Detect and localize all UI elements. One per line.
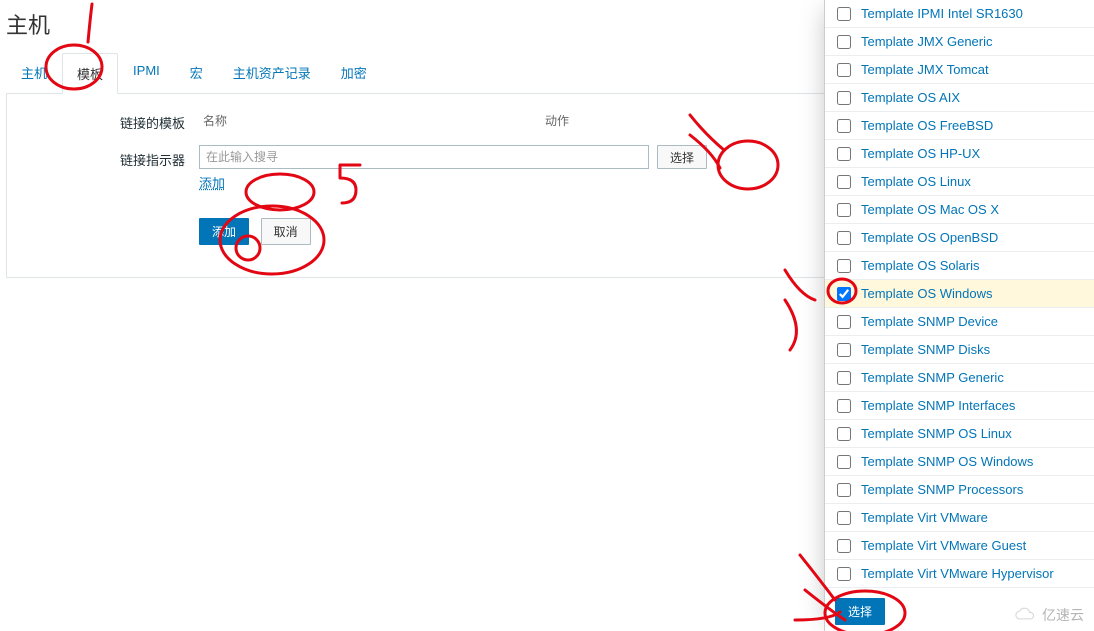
template-checkbox[interactable]	[837, 63, 851, 77]
template-row[interactable]: Template OS Linux	[825, 168, 1094, 196]
template-row[interactable]: Template IPMI Intel SR1630	[825, 0, 1094, 28]
template-link[interactable]: Template OS Linux	[861, 174, 971, 189]
template-checkbox[interactable]	[837, 511, 851, 525]
template-link[interactable]: Template OS HP-UX	[861, 146, 980, 161]
template-row[interactable]: Template SNMP Processors	[825, 476, 1094, 504]
template-link[interactable]: Template SNMP Device	[861, 314, 998, 329]
template-row[interactable]: Template JMX Tomcat	[825, 56, 1094, 84]
template-checkbox[interactable]	[837, 455, 851, 469]
template-row[interactable]: Template JMX Generic	[825, 28, 1094, 56]
template-link[interactable]: Template Virt VMware Hypervisor	[861, 566, 1054, 581]
template-checkbox[interactable]	[837, 539, 851, 553]
template-link[interactable]: Template SNMP OS Windows	[861, 454, 1033, 469]
template-row[interactable]: Template OS Mac OS X	[825, 196, 1094, 224]
template-checkbox[interactable]	[837, 315, 851, 329]
template-row[interactable]: Template OS Windows	[825, 280, 1094, 308]
cancel-button[interactable]: 取消	[261, 218, 311, 245]
template-row[interactable]: Template SNMP Disks	[825, 336, 1094, 364]
template-link[interactable]: Template OS FreeBSD	[861, 118, 993, 133]
template-link[interactable]: Template Virt VMware Guest	[861, 538, 1026, 553]
tab-encrypt[interactable]: 加密	[326, 52, 382, 93]
template-checkbox[interactable]	[837, 287, 851, 301]
col-action: 动作	[545, 112, 645, 129]
tab-macro[interactable]: 宏	[175, 52, 218, 93]
template-checkbox[interactable]	[837, 147, 851, 161]
template-picker-list: Template IPMI Intel SR1630 Template JMX G…	[825, 0, 1094, 588]
tab-inventory[interactable]: 主机资产记录	[218, 52, 326, 93]
template-row[interactable]: Template OS Solaris	[825, 252, 1094, 280]
template-row[interactable]: Template SNMP OS Windows	[825, 448, 1094, 476]
template-row[interactable]: Template Virt VMware Hypervisor	[825, 560, 1094, 588]
template-link[interactable]: Template SNMP Disks	[861, 342, 990, 357]
template-checkbox[interactable]	[837, 259, 851, 273]
template-link[interactable]: Template OS AIX	[861, 90, 960, 105]
tab-host[interactable]: 主机	[6, 52, 62, 93]
add-link[interactable]: 添加	[199, 173, 225, 192]
select-template-button[interactable]: 选择	[657, 145, 707, 169]
template-checkbox[interactable]	[837, 175, 851, 189]
template-row[interactable]: Template SNMP Device	[825, 308, 1094, 336]
template-checkbox[interactable]	[837, 231, 851, 245]
template-link[interactable]: Template IPMI Intel SR1630	[861, 6, 1023, 21]
template-checkbox[interactable]	[837, 483, 851, 497]
col-name: 名称	[203, 112, 545, 129]
template-checkbox[interactable]	[837, 35, 851, 49]
template-checkbox[interactable]	[837, 371, 851, 385]
template-checkbox[interactable]	[837, 567, 851, 581]
template-checkbox[interactable]	[837, 343, 851, 357]
template-checkbox[interactable]	[837, 119, 851, 133]
template-link[interactable]: Template OS OpenBSD	[861, 230, 998, 245]
template-checkbox[interactable]	[837, 203, 851, 217]
template-checkbox[interactable]	[837, 427, 851, 441]
template-checkbox[interactable]	[837, 91, 851, 105]
label-linked-templates: 链接的模板	[19, 108, 199, 132]
template-link[interactable]: Template OS Mac OS X	[861, 202, 999, 217]
template-row[interactable]: Template SNMP OS Linux	[825, 420, 1094, 448]
template-search-input[interactable]	[199, 145, 649, 169]
template-row[interactable]: Template Virt VMware Guest	[825, 532, 1094, 560]
template-link[interactable]: Template SNMP Generic	[861, 370, 1004, 385]
submit-add-button[interactable]: 添加	[199, 218, 249, 245]
template-link[interactable]: Template SNMP OS Linux	[861, 426, 1012, 441]
template-checkbox[interactable]	[837, 7, 851, 21]
tab-ipmi[interactable]: IPMI	[118, 52, 175, 93]
template-row[interactable]: Template OS HP-UX	[825, 140, 1094, 168]
template-row[interactable]: Template SNMP Interfaces	[825, 392, 1094, 420]
template-link[interactable]: Template SNMP Interfaces	[861, 398, 1015, 413]
linked-templates-table: 名称 动作	[199, 108, 649, 133]
template-link[interactable]: Template JMX Generic	[861, 34, 993, 49]
template-link[interactable]: Template OS Solaris	[861, 258, 980, 273]
template-row[interactable]: Template SNMP Generic	[825, 364, 1094, 392]
label-link-indicator: 链接指示器	[19, 145, 199, 169]
template-row[interactable]: Template OS AIX	[825, 84, 1094, 112]
template-picker-panel: Template IPMI Intel SR1630 Template JMX G…	[824, 0, 1094, 631]
template-link[interactable]: Template OS Windows	[861, 286, 993, 301]
template-link[interactable]: Template Virt VMware	[861, 510, 988, 525]
template-checkbox[interactable]	[837, 399, 851, 413]
picker-select-button[interactable]: 选择	[835, 598, 885, 625]
template-row[interactable]: Template Virt VMware	[825, 504, 1094, 532]
template-row[interactable]: Template OS OpenBSD	[825, 224, 1094, 252]
tab-template[interactable]: 模板	[62, 53, 118, 94]
template-link[interactable]: Template SNMP Processors	[861, 482, 1023, 497]
template-link[interactable]: Template JMX Tomcat	[861, 62, 989, 77]
template-row[interactable]: Template OS FreeBSD	[825, 112, 1094, 140]
